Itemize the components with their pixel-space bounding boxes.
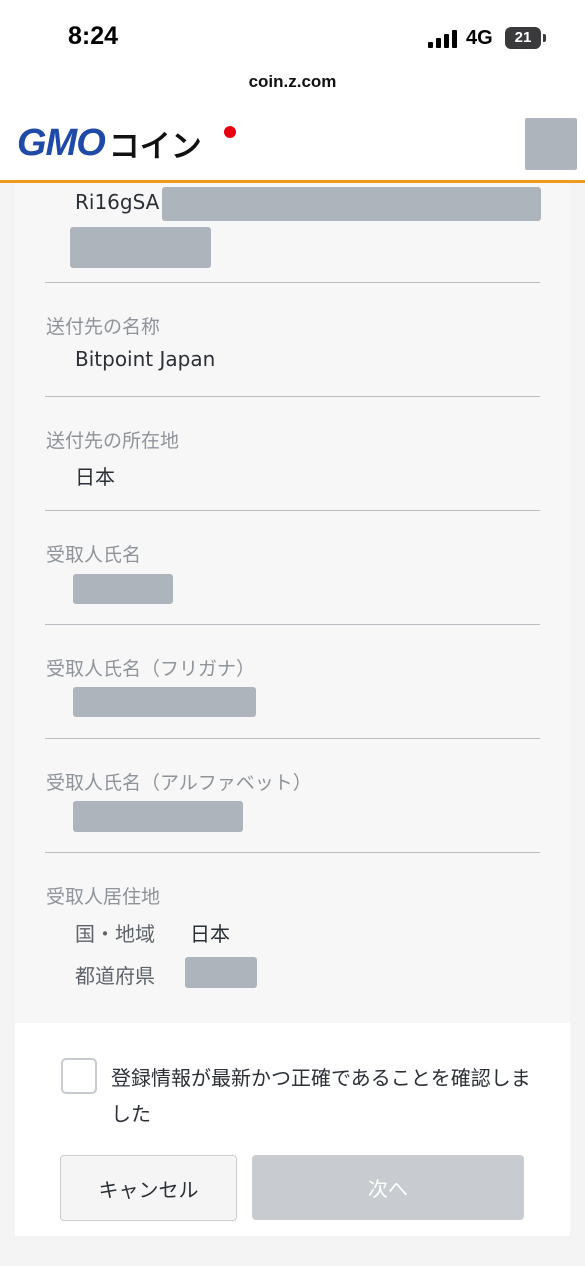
confirm-checkbox[interactable]: [61, 1058, 97, 1094]
gmo-coin-logo[interactable]: GMO コイン: [17, 121, 202, 165]
logo-red-dot: [224, 126, 236, 138]
cellular-signal-icon: [428, 30, 458, 48]
redacted-address-line2: [70, 227, 211, 268]
battery-tip: [543, 34, 546, 42]
divider: [45, 624, 540, 625]
recipient-residence-label: 受取人居住地: [46, 886, 161, 908]
logo-coin-text: コイン: [108, 128, 202, 165]
redacted-recipient-name-kana: [73, 687, 256, 717]
wallet-address-value: Ri16gSA: [75, 190, 160, 214]
redacted-recipient-name: [73, 574, 173, 604]
country-value: 日本: [190, 922, 230, 946]
divider: [45, 510, 540, 511]
prefecture-label: 都道府県: [75, 964, 155, 988]
divider: [45, 396, 540, 397]
confirm-checkbox-label[interactable]: 登録情報が最新かつ正確であることを確認しました: [111, 1060, 531, 1132]
country-label: 国・地域: [75, 922, 155, 946]
recipient-name-kana-label: 受取人氏名（フリガナ）: [46, 658, 256, 680]
recipient-exchange-name-label: 送付先の名称: [46, 316, 161, 338]
battery-icon: 21: [505, 27, 541, 49]
divider: [45, 852, 540, 853]
address-bar-url[interactable]: coin.z.com: [0, 72, 585, 92]
cancel-button[interactable]: キャンセル: [60, 1155, 237, 1221]
status-time: 8:24: [68, 22, 119, 50]
status-bar: 8:24 4G 21: [0, 0, 585, 68]
recipient-name-label: 受取人氏名: [46, 544, 142, 566]
divider: [45, 738, 540, 739]
logo-gmo-text: GMO: [17, 121, 106, 164]
recipient-location-label: 送付先の所在地: [46, 430, 180, 452]
network-type: 4G: [466, 27, 493, 49]
recipient-name-alphabet-label: 受取人氏名（アルファベット）: [46, 772, 312, 794]
recipient-exchange-name-value: Bitpoint Japan: [75, 347, 216, 371]
site-header: GMO コイン: [0, 112, 585, 183]
redacted-recipient-name-alphabet: [73, 801, 243, 832]
redacted-prefecture: [185, 957, 257, 988]
next-button[interactable]: 次へ: [252, 1155, 524, 1220]
recipient-location-value: 日本: [75, 465, 115, 489]
menu-button[interactable]: [525, 118, 577, 170]
divider: [45, 282, 540, 283]
redacted-address-tail: [162, 187, 541, 221]
